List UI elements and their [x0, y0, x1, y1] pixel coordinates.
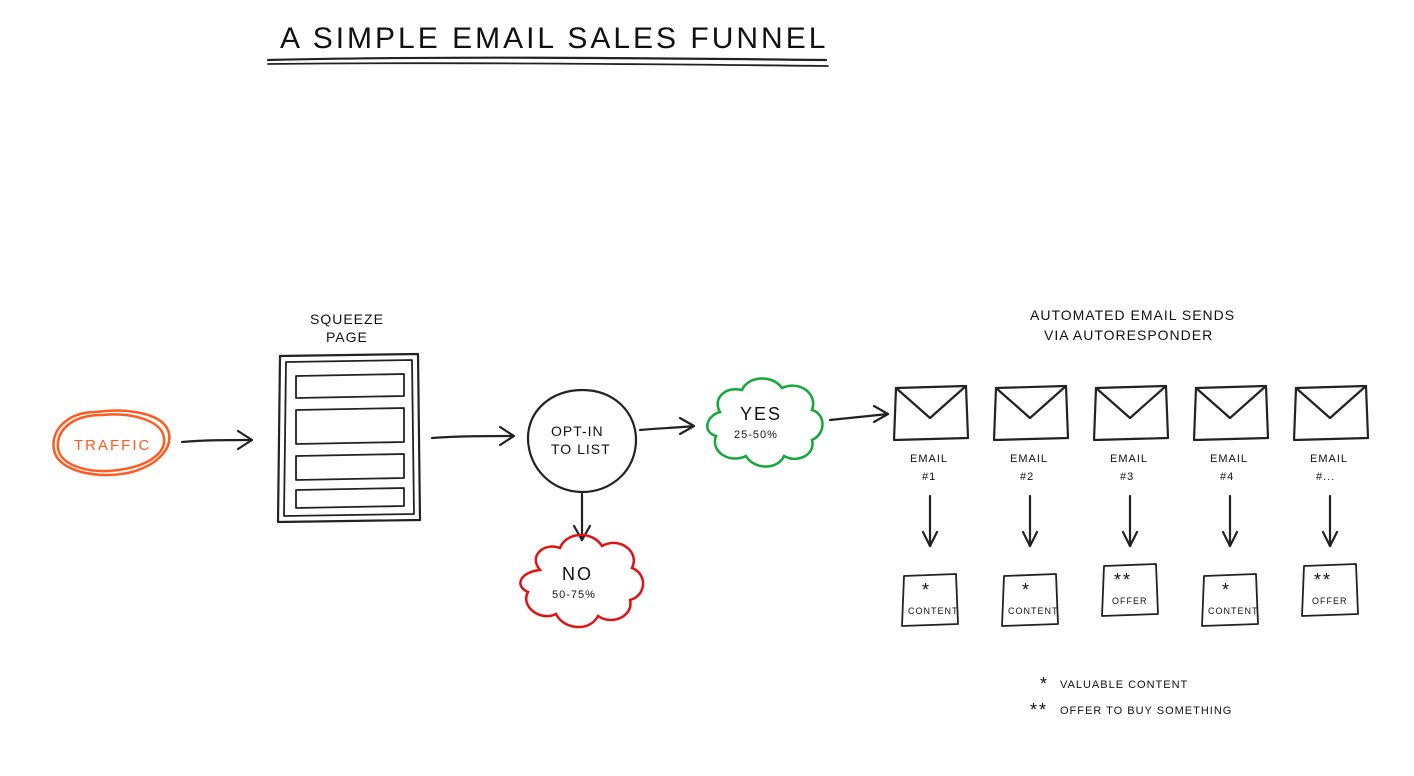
diagram-title: A SIMPLE EMAIL SALES FUNNEL	[280, 22, 828, 55]
email-1-label-2: #1	[922, 471, 936, 483]
title-underline	[268, 58, 826, 60]
arrow-yes-to-emails	[830, 406, 888, 422]
email-2-label-1: EMAIL	[1010, 453, 1048, 465]
squeeze-label-1: SQUEEZE	[310, 311, 384, 327]
legend-star-double-label: OFFER TO BUY SOMETHING	[1060, 705, 1232, 717]
squeeze-page-node: SQUEEZE PAGE	[278, 311, 420, 522]
no-node: NO 50-75%	[520, 535, 643, 627]
email-3-box: OFFER	[1112, 596, 1148, 606]
title-underline-2	[268, 63, 828, 66]
email-3-label-2: #3	[1120, 471, 1134, 483]
email-5-label-2: #...	[1316, 471, 1335, 483]
email-1-stars: *	[922, 580, 931, 600]
email-column-4: EMAIL #4 * CONTENT	[1194, 386, 1268, 626]
legend-star-single: *	[1040, 674, 1049, 694]
email-4-label-1: EMAIL	[1210, 453, 1248, 465]
email-3-stars: **	[1114, 570, 1132, 590]
yes-percent: 25-50%	[734, 429, 778, 441]
arrow-optin-to-yes	[640, 418, 694, 434]
email-5-stars: **	[1314, 570, 1332, 590]
email-column-2: EMAIL #2 * CONTENT	[994, 386, 1068, 626]
email-1-box: CONTENT	[908, 606, 959, 616]
email-1-label-1: EMAIL	[910, 453, 948, 465]
diagram-canvas: A SIMPLE EMAIL SALES FUNNEL TRAFFIC SQUE…	[0, 0, 1414, 776]
email-column-1: EMAIL #1 * CONTENT	[894, 386, 968, 626]
email-3-label-1: EMAIL	[1110, 453, 1148, 465]
email-4-stars: *	[1222, 580, 1231, 600]
arrow-traffic-to-squeeze	[182, 431, 252, 449]
traffic-node: TRAFFIC	[53, 411, 169, 475]
email-2-box: CONTENT	[1008, 606, 1059, 616]
yes-node: YES 25-50%	[707, 378, 822, 466]
arrow-squeeze-to-optin	[432, 427, 514, 445]
email-4-box: CONTENT	[1208, 606, 1259, 616]
legend: * VALUABLE CONTENT ** OFFER TO BUY SOMET…	[1030, 674, 1232, 720]
email-4-label-2: #4	[1220, 471, 1234, 483]
email-5-label-1: EMAIL	[1310, 453, 1348, 465]
email-2-stars: *	[1022, 580, 1031, 600]
optin-node: OPT-IN TO LIST	[528, 390, 636, 492]
squeeze-label-2: PAGE	[326, 329, 368, 345]
email-5-box: OFFER	[1312, 596, 1348, 606]
legend-star-single-label: VALUABLE CONTENT	[1060, 679, 1188, 691]
traffic-label: TRAFFIC	[74, 437, 151, 454]
yes-label: YES	[740, 404, 782, 424]
autoresponder-label-2: VIA AUTORESPONDER	[1044, 327, 1213, 343]
legend-star-double: **	[1030, 700, 1048, 720]
no-label: NO	[562, 564, 593, 584]
arrow-optin-to-no	[574, 494, 590, 540]
no-percent: 50-75%	[552, 589, 596, 601]
optin-label-2: TO LIST	[551, 441, 611, 457]
email-column-3: EMAIL #3 ** OFFER	[1094, 386, 1168, 616]
email-2-label-2: #2	[1020, 471, 1034, 483]
email-column-5: EMAIL #... ** OFFER	[1294, 386, 1368, 616]
autoresponder-label-1: AUTOMATED EMAIL SENDS	[1030, 307, 1235, 323]
optin-label-1: OPT-IN	[551, 423, 604, 439]
